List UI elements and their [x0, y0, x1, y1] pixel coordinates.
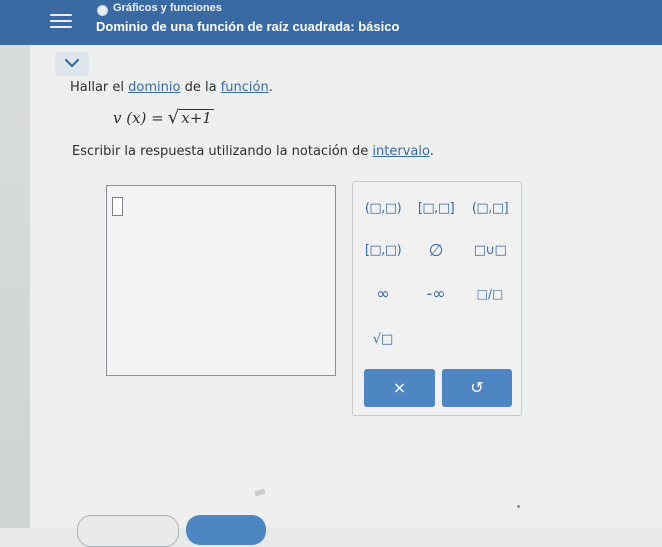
answer-area[interactable] — [106, 185, 336, 376]
square-root: √ x+1 — [167, 107, 214, 128]
function-formula: v (x) = √ x+1 — [113, 109, 214, 127]
primary-button[interactable] — [186, 515, 266, 545]
link-dominio[interactable]: dominio — [128, 80, 180, 95]
link-funcion[interactable]: función — [221, 80, 269, 95]
instruction-text: Escribir la respuesta utilizando la nota… — [72, 144, 434, 159]
key-negative-infinity[interactable]: -∞ — [412, 283, 460, 305]
key-empty-set[interactable]: ∅ — [412, 240, 460, 262]
key-union[interactable]: □∪□ — [466, 240, 514, 262]
menu-icon[interactable] — [50, 10, 72, 30]
key-infinity[interactable]: ∞ — [359, 283, 407, 305]
dot — [517, 505, 520, 508]
formula-lhs: v (x) = — [113, 109, 164, 127]
key-left-open-interval[interactable]: (□,□] — [466, 198, 514, 220]
progress-circle-icon — [97, 5, 108, 16]
key-fraction[interactable]: □/□ — [466, 283, 514, 305]
radicand: x+1 — [179, 109, 214, 127]
answer-input[interactable] — [112, 197, 123, 216]
question-text: Hallar el dominio de la función. — [70, 80, 273, 95]
topic-label: Gráficos y funciones — [113, 2, 222, 14]
clear-button[interactable]: × — [364, 369, 435, 407]
undo-button[interactable]: ↺ — [442, 369, 512, 407]
collapse-button[interactable] — [55, 52, 89, 76]
chevron-down-icon — [64, 58, 80, 68]
key-open-interval[interactable]: (□,□) — [359, 198, 407, 220]
key-closed-interval[interactable]: [□,□] — [412, 198, 460, 220]
key-right-open-interval[interactable]: [□,□) — [359, 240, 407, 262]
left-edge — [0, 45, 30, 528]
secondary-button[interactable] — [77, 515, 179, 547]
top-header: Gráficos y funciones Dominio de una func… — [0, 0, 662, 45]
page-title: Dominio de una función de raíz cuadrada:… — [96, 19, 400, 34]
key-square-root[interactable]: √□ — [359, 329, 407, 351]
link-intervalo[interactable]: intervalo — [372, 144, 429, 159]
